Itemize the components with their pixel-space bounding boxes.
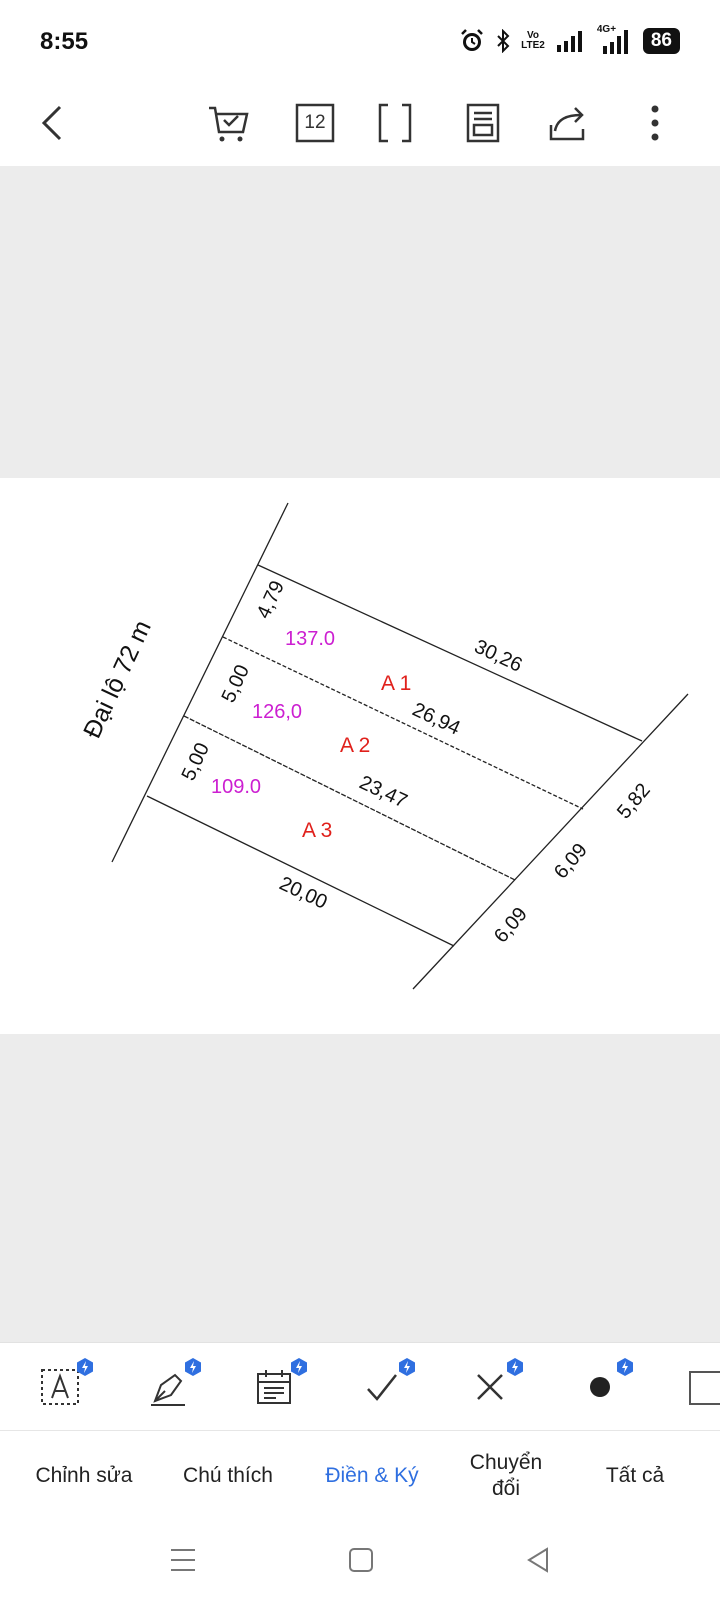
top-toolbar: 12 — [0, 84, 720, 167]
cross-tool-button[interactable] — [462, 1358, 523, 1415]
back-button[interactable] — [28, 98, 78, 148]
more-button[interactable] — [630, 98, 680, 148]
lot-a1-area: 137.0 — [285, 628, 335, 650]
cart-check-button[interactable] — [204, 98, 254, 148]
check-tool-button[interactable] — [354, 1358, 415, 1415]
road-label: Đại lộ 72 m — [78, 616, 157, 742]
cross-icon — [477, 1374, 503, 1400]
tab-annotate-label: Chú thích — [183, 1464, 273, 1487]
signal-4g-icon — [602, 30, 628, 54]
dim-line-a2-a3: 23,47 — [356, 772, 411, 813]
page-count-button[interactable]: 12 — [290, 98, 340, 148]
text-tool-button[interactable] — [32, 1358, 93, 1415]
signal-4g-indicator: 4G+ — [593, 24, 633, 56]
cart-check-icon — [209, 106, 249, 142]
date-field-icon — [257, 1370, 291, 1404]
tab-convert-label: Chuyển đổi — [469, 1451, 543, 1500]
volte-indicator: Vo LTE2 — [521, 31, 545, 51]
status-icons: Vo LTE2 4G+ 86 — [459, 24, 680, 58]
home-button[interactable] — [339, 1538, 383, 1582]
date-tool-button[interactable] — [246, 1358, 307, 1415]
land-plot-diagram: Đại lộ 72 m 4,79 5,00 5,00 30,26 26,94 2… — [78, 502, 689, 990]
share-icon — [549, 107, 585, 141]
tab-convert[interactable]: Chuyển đổi — [446, 1431, 566, 1521]
dim-front-a3: 5,00 — [178, 740, 214, 785]
text-edit-icon — [41, 1369, 79, 1405]
checkmark-icon — [367, 1374, 397, 1401]
boundary-bottom-a3 — [146, 795, 455, 947]
status-time: 8:55 — [40, 28, 89, 55]
tab-annotate[interactable]: Chú thích — [158, 1431, 298, 1521]
tab-fill-sign[interactable]: Điền & Ký — [302, 1431, 442, 1521]
premium-badge-icon — [185, 1358, 201, 1376]
tab-edit-label: Chỉnh sửa — [35, 1464, 133, 1487]
dot-icon — [590, 1377, 610, 1397]
back-nav-button[interactable] — [516, 1538, 560, 1582]
tab-edit[interactable]: Chỉnh sửa — [14, 1431, 154, 1521]
fill-sign-tools — [0, 1342, 720, 1431]
volte-bottom: LTE2 — [521, 40, 545, 51]
alarm-icon — [461, 29, 484, 51]
back-icon — [41, 105, 62, 141]
status-bar: 8:55 Vo LTE2 4G+ 86 — [0, 0, 720, 84]
document-page[interactable]: Đại lộ 72 m 4,79 5,00 5,00 30,26 26,94 2… — [0, 478, 720, 1034]
battery-indicator: 86 — [642, 28, 680, 54]
bottom-tabs: Chỉnh sửa Chú thích Điền & Ký Chuyển đổi… — [0, 1430, 720, 1521]
boundary-a1-a2 — [222, 636, 584, 810]
dim-back-a2: 6,09 — [550, 839, 592, 883]
tab-all-label: Tất cả — [605, 1464, 665, 1487]
premium-badge-icon — [617, 1358, 633, 1376]
tab-fill-sign-label: Điền & Ký — [325, 1464, 419, 1487]
signature-tool-button[interactable] — [140, 1358, 201, 1415]
dot-tool-button[interactable] — [572, 1358, 633, 1415]
pen-signature-icon — [151, 1373, 185, 1406]
lot-a2-area: 126,0 — [252, 701, 302, 723]
more-tools-icon — [689, 1371, 720, 1405]
menu-icon — [171, 1549, 195, 1571]
dim-line-a1-a2: 26,94 — [409, 699, 464, 740]
recent-apps-button[interactable] — [161, 1538, 205, 1582]
road-boundary-line — [111, 502, 289, 863]
dim-back-a1: 5,82 — [613, 779, 655, 823]
back-triangle-icon — [527, 1547, 548, 1573]
fullscreen-icon — [378, 103, 412, 143]
dim-front-a2: 5,00 — [218, 662, 254, 707]
lot-a3-area: 109.0 — [211, 776, 261, 798]
bluetooth-icon — [497, 29, 510, 53]
system-navigation-bar — [0, 1520, 720, 1601]
premium-badge-icon — [399, 1358, 415, 1376]
lot-a1-name: A 1 — [381, 672, 411, 695]
fullscreen-button[interactable] — [370, 98, 420, 148]
viewer-background-bottom — [0, 1034, 720, 1342]
tab-all[interactable]: Tất cả — [570, 1431, 700, 1521]
more-icon — [651, 105, 659, 141]
page-layout-button[interactable] — [458, 98, 508, 148]
premium-badge-icon — [507, 1358, 523, 1376]
viewer-background-top — [0, 166, 720, 478]
dim-top-length: 30,26 — [471, 636, 526, 677]
dim-bottom-length: 20,00 — [276, 873, 331, 914]
signal-icon — [556, 31, 582, 52]
dim-front-a1: 4,79 — [253, 578, 289, 623]
share-button[interactable] — [542, 98, 592, 148]
home-icon — [349, 1548, 373, 1572]
lot-a3-name: A 3 — [302, 819, 332, 842]
page-count-label: 12 — [304, 112, 326, 133]
premium-badge-icon — [77, 1358, 93, 1376]
more-tools-button[interactable] — [672, 1359, 720, 1415]
premium-badge-icon — [291, 1358, 307, 1376]
lot-a2-name: A 2 — [340, 734, 370, 757]
page-layout-icon — [466, 103, 500, 143]
dim-back-a3: 6,09 — [490, 903, 532, 947]
